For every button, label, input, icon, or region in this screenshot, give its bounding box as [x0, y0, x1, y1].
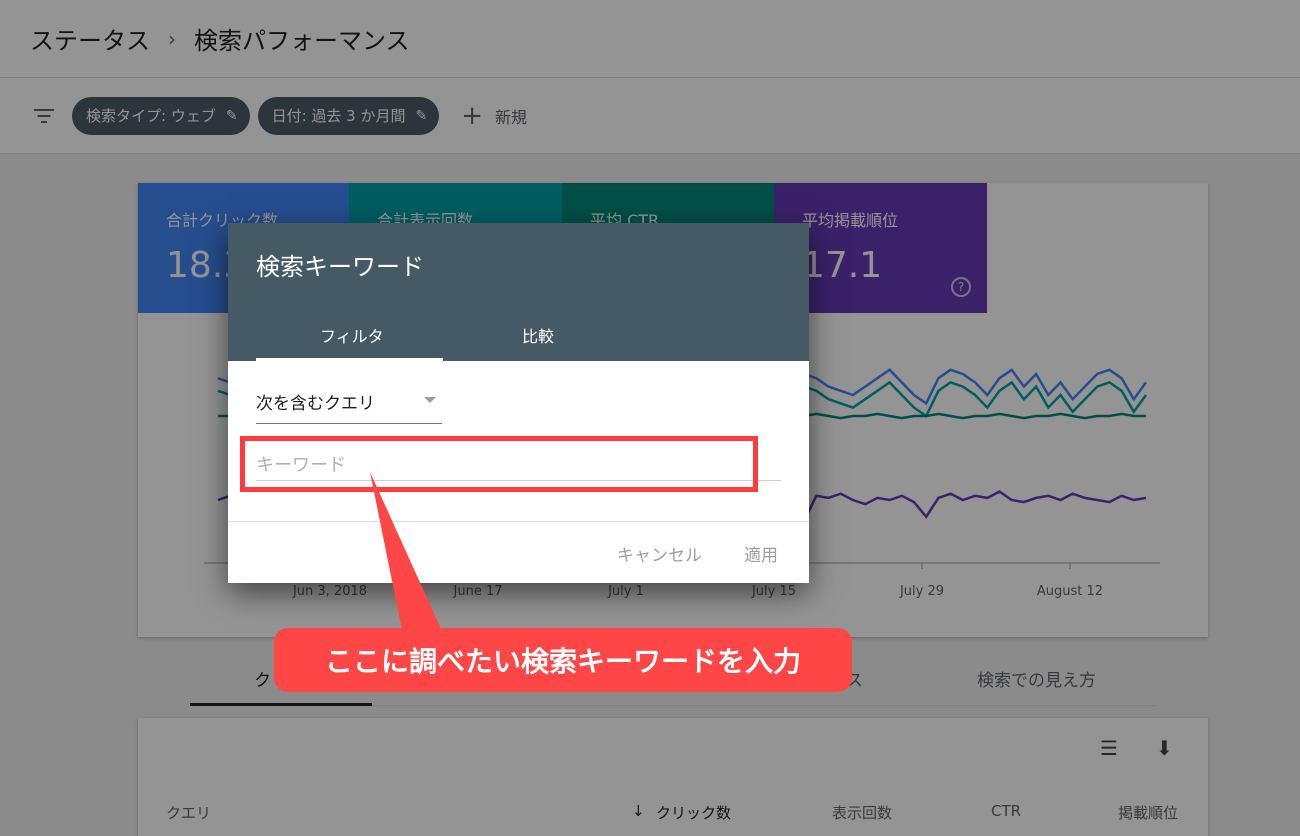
filter-type-select[interactable]: 次を含むクエリ — [256, 389, 442, 424]
highlight-box — [240, 436, 758, 492]
cancel-button[interactable]: キャンセル — [617, 541, 702, 566]
select-value: 次を含むクエリ — [256, 394, 375, 414]
active-tab-indicator — [256, 358, 443, 361]
dropdown-arrow-icon — [424, 397, 436, 403]
search-keyword-dialog: 検索キーワード フィルタ 比較 次を含むクエリ キャンセル 適用 — [228, 223, 809, 583]
tab-compare[interactable]: 比較 — [522, 323, 554, 347]
dialog-title: 検索キーワード — [256, 253, 424, 281]
tab-filter[interactable]: フィルタ — [320, 323, 384, 347]
dialog-divider — [228, 521, 809, 522]
apply-button[interactable]: 適用 — [744, 541, 778, 566]
callout-label: ここに調べたい検索キーワードを入力 — [274, 628, 852, 692]
dialog-header: 検索キーワード フィルタ 比較 — [228, 223, 809, 361]
